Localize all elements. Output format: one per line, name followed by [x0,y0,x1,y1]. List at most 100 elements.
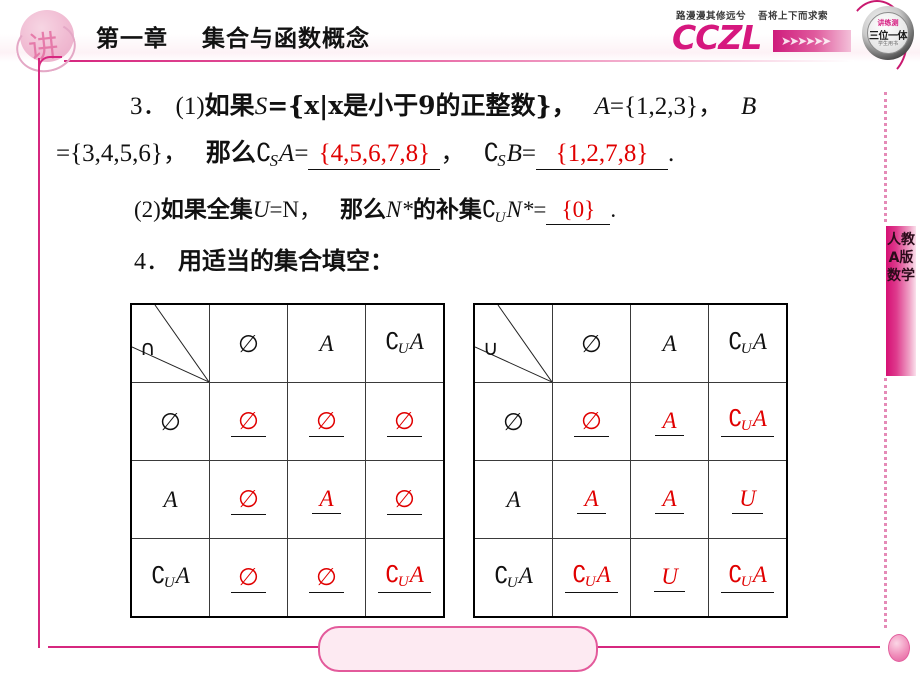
cell-value: ∅ [231,563,266,593]
question-3-number: 3 [130,93,143,120]
row-header-label-1: A [506,486,521,512]
cell-value: A [577,486,606,514]
q3-eq-2: = [521,140,536,167]
header-divider-rule [64,60,854,62]
complement-base-S-2: S [497,151,506,171]
table-row: A ∅ A ∅ [130,460,445,539]
q3-eq-3: = [533,197,547,222]
cell-value: ∅ [309,563,344,593]
cell-1-0[interactable]: A [552,460,631,539]
cell-2-1[interactable]: ∅ [287,538,366,618]
frame-corner-decoration [38,56,62,80]
frame-left-line [38,58,40,648]
cell-value: ∁UA [721,406,774,438]
cell-2-1[interactable]: U [630,538,709,618]
cell-1-2[interactable]: ∅ [365,460,445,539]
table-row-header: ∪ ∅ A ∁UA [473,303,788,383]
cell-value: ∅ [574,407,609,437]
q3-set-A-definition: ={1,2,3}， [609,93,723,120]
answer-blank-CuN[interactable]: {0} [546,197,611,225]
question-4-line: 4． 用适当的集合填空： [134,246,394,275]
col-header-label-2: ∁UA [728,328,767,358]
slide-canvas: 讲 第一章 集合与函数概念 路漫漫其修远兮 吾将上下而求索 CCZL ➤➤➤➤➤➤ … [0,0,920,690]
answer-blank-CsA[interactable]: {4,5,6,7,8} [308,140,441,170]
cell-1-1[interactable]: A [287,460,366,539]
cell-1-1[interactable]: A [630,460,709,539]
complement-arg-Nstar: N* [506,197,534,222]
row-header-label-0: ∅ [160,407,181,436]
cell-value: ∁UA [378,562,431,594]
cell-0-2[interactable]: ∅ [365,382,445,461]
complement-arg-B: B [506,140,522,167]
chapter-subject: 集合与函数概念 [202,25,370,52]
q3-universal-U: U [252,197,270,222]
brand-logo-group: 路漫漫其修远兮 吾将上下而求索 CCZL ➤➤➤➤➤➤ [672,8,852,60]
row-header-1: A [130,460,210,539]
row-header-2: ∁UA [130,538,210,618]
col-header-2: ∁UA [365,303,445,383]
col-header-label-1: A [662,330,677,356]
page-title: 第一章 集合与函数概念 [96,19,370,53]
cell-value: ∅ [231,485,266,515]
complement-operator-CsA: ∁SA [255,138,295,171]
cell-2-0[interactable]: ∅ [209,538,288,618]
cell-value: A [655,486,684,514]
frame-bottom-line-left [48,646,323,648]
cell-value: ∅ [387,407,422,437]
cell-value: U [732,486,763,514]
cell-0-0[interactable]: ∅ [552,382,631,461]
row-header-2: ∁UA [473,538,553,618]
question-3-line-2: ={3,4,5,6}， 那么∁SA= {4,5,6,7,8}， ∁SB= {1,2,7,… [56,133,674,171]
row-header-0: ∅ [473,382,553,461]
cell-1-0[interactable]: ∅ [209,460,288,539]
cell-2-0[interactable]: ∁UA [552,538,631,618]
sidebar-edition-label: 人教A版数学 [887,232,915,284]
q3-p2-prefix: 如果全集 [160,196,253,223]
q3-set-S: S [254,93,268,120]
question-3-line-1: 3． (1)如果S={x|x是小于9的正整数}， A={1,2,3}， B [130,91,757,120]
q3-prefix-text: 如果 [204,91,255,120]
table-row: ∁UA ∅ ∅ ∁UA [130,538,445,618]
col-header-label-0: ∅ [581,329,602,358]
intersection-table: ∩ ∅ A ∁UA ∅ ∅ ∅ ∅ A ∅ A ∅ ∁UA ∅ ∅ ∁UA [130,303,445,618]
cczl-wordmark: CCZL [672,18,762,57]
cell-0-1[interactable]: ∅ [287,382,366,461]
complement-operator-CuN: ∁UN* [481,197,534,226]
cell-0-0[interactable]: ∅ [209,382,288,461]
table-row: ∅ ∅ A ∁UA [473,382,788,461]
complement-base-S: S [269,151,279,171]
table-row: A A A U [473,460,788,539]
question-3-part2-label: (2) [134,197,161,222]
row-header-label-2: ∁UA [151,562,190,592]
complement-base-U: U [494,208,506,226]
series-badge: 讲练测 三位一体 学生用书 [862,6,914,60]
q3-p2-then: 那么 [340,196,387,223]
cell-value: ∁UA [721,562,774,594]
q3-N-star: N* [386,197,413,222]
cell-2-2[interactable]: ∁UA [365,538,445,618]
badge-sub-text: 学生用书 [877,41,898,47]
cell-0-2[interactable]: ∁UA [708,382,788,461]
q3-set-A: A [594,93,610,120]
q3-comma: ， [440,140,466,167]
q3-eq-1: = [294,140,309,167]
answer-blank-CsB[interactable]: {1,2,7,8} [535,140,668,170]
col-header-1: A [630,303,709,383]
cell-0-1[interactable]: A [630,382,709,461]
q3-period: . [667,140,675,167]
cell-1-2[interactable]: U [708,460,788,539]
question-4-number: 4 [134,249,146,275]
table-operator-symbol: ∩ [140,336,156,360]
col-header-0: ∅ [209,303,288,383]
complement-arg-A: A [279,140,295,167]
complement-operator-CsB: ∁SB [483,138,522,171]
q3-period-2: . [610,197,617,222]
row-header-label-0: ∅ [503,407,524,436]
row-header-label-2: ∁UA [494,562,533,592]
col-header-0: ∅ [552,303,631,383]
question-3-part1-label: (1) [175,93,205,120]
table-row: ∁UA ∁UA U ∁UA [473,538,788,618]
cell-2-2[interactable]: ∁UA [708,538,788,618]
table-row: ∅ ∅ ∅ ∅ [130,382,445,461]
motto-right: 吾将上下而求索 [758,11,829,22]
